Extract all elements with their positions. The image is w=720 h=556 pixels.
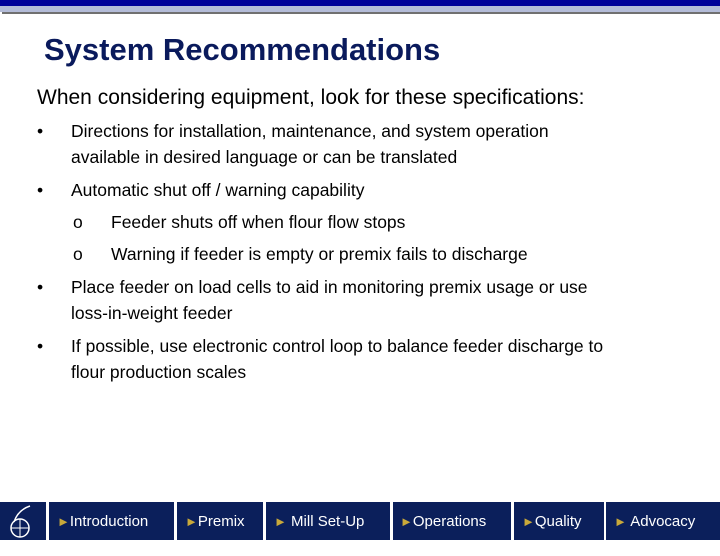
- nav-advocacy[interactable]: ► Advocacy: [606, 502, 720, 540]
- bullet-marker: •: [37, 336, 44, 356]
- bullet-text: Automatic shut off / warning capability: [71, 180, 365, 200]
- globe-wheat-logo-icon: [10, 505, 31, 538]
- arrow-icon: ►: [185, 514, 198, 529]
- sub-marker: o: [73, 244, 83, 264]
- top-rule: [2, 12, 720, 14]
- line: available in desired language or can be …: [71, 147, 458, 167]
- line: loss-in-weight feeder: [71, 303, 233, 323]
- nav-quality[interactable]: ►Quality: [514, 502, 604, 540]
- sub-marker: o: [73, 212, 83, 232]
- bullet-text: Place feeder on load cells to aid in mon…: [71, 274, 588, 326]
- arrow-icon: ►: [614, 514, 627, 529]
- sub-text: Feeder shuts off when flour flow stops: [111, 212, 406, 232]
- nav-label: Introduction: [69, 513, 149, 530]
- nav-mill-setup[interactable]: ► Mill Set-Up: [266, 502, 390, 540]
- nav-label: Advocacy: [630, 513, 696, 530]
- line: If possible, use electronic control loop…: [71, 336, 604, 356]
- bullet-marker: •: [37, 277, 44, 297]
- sub-text: Warning if feeder is empty or premix fai…: [111, 244, 528, 264]
- slide-title: System Recommendations: [44, 32, 441, 67]
- nav-label: Quality: [534, 513, 582, 530]
- arrow-icon: ►: [57, 514, 70, 529]
- logo: [0, 502, 46, 540]
- nav-operations[interactable]: ►Operations: [393, 502, 511, 540]
- arrow-icon: ►: [522, 514, 535, 529]
- nav-label: Premix: [197, 513, 245, 530]
- arrow-icon: ►: [400, 514, 413, 529]
- bullet-marker: •: [37, 180, 44, 200]
- intro-text: When considering equipment, look for the…: [37, 86, 585, 109]
- nav-premix[interactable]: ►Premix: [177, 502, 263, 540]
- line: flour production scales: [71, 362, 247, 382]
- arrow-icon: ►: [274, 514, 287, 529]
- nav-label: Operations: [412, 513, 487, 530]
- bullet-text: If possible, use electronic control loop…: [71, 333, 603, 385]
- nav-label: Mill Set-Up: [291, 513, 365, 530]
- nav-introduction[interactable]: ►Introduction: [49, 502, 174, 540]
- line: Directions for installation, maintenance…: [71, 121, 549, 141]
- line: Place feeder on load cells to aid in mon…: [71, 277, 588, 297]
- bullet-marker: •: [37, 121, 44, 141]
- bullet-text: Directions for installation, maintenance…: [71, 118, 549, 170]
